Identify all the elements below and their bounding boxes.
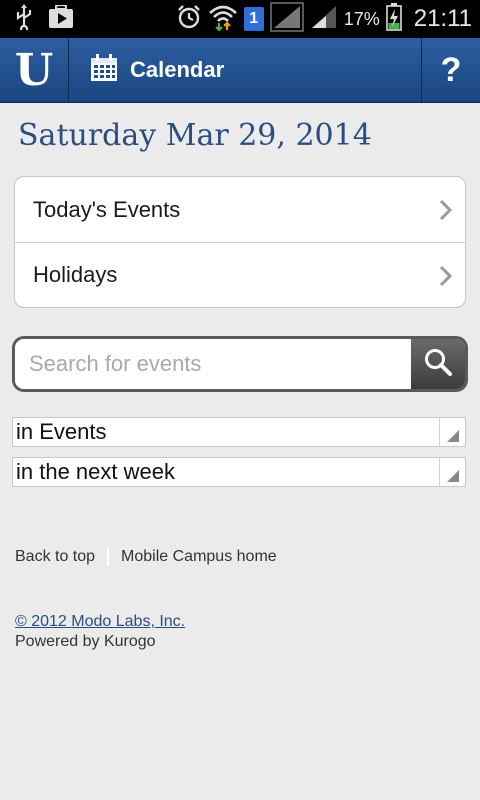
nav-title-group: Calendar bbox=[70, 38, 224, 102]
dropdown-arrow-icon bbox=[439, 458, 465, 486]
play-store-icon bbox=[48, 3, 74, 34]
search-bar bbox=[12, 336, 468, 392]
page-title: Calendar bbox=[130, 57, 225, 82]
battery-charging-icon bbox=[385, 2, 402, 36]
search-button[interactable] bbox=[411, 339, 465, 389]
footer-links: Back to top Mobile Campus home bbox=[15, 548, 277, 566]
dropdown-arrow-icon bbox=[439, 418, 465, 446]
list-item-todays-events[interactable]: Today's Events bbox=[15, 177, 465, 242]
app-navbar: U Calendar ? bbox=[0, 38, 480, 103]
search-input[interactable] bbox=[15, 339, 411, 389]
category-select[interactable]: in Events bbox=[12, 417, 466, 447]
back-to-top-link[interactable]: Back to top bbox=[15, 548, 95, 566]
status-right: 1 17% 21:11 bbox=[176, 1, 472, 37]
clock: 21:11 bbox=[413, 5, 472, 32]
range-select-value: in the next week bbox=[16, 459, 175, 484]
help-button[interactable]: ? bbox=[421, 38, 480, 102]
wifi-icon bbox=[208, 3, 238, 36]
footer-divider bbox=[107, 548, 110, 566]
search-icon bbox=[423, 347, 453, 382]
category-select-value: in Events bbox=[16, 419, 107, 444]
sim-icon: 1 bbox=[243, 7, 264, 31]
signal-strength-icon bbox=[310, 4, 338, 35]
status-left bbox=[14, 3, 74, 35]
list-item-label: Today's Events bbox=[33, 196, 181, 222]
mobile-campus-home-link[interactable]: Mobile Campus home bbox=[121, 548, 277, 566]
usb-icon bbox=[14, 3, 34, 35]
calendar-icon bbox=[90, 53, 118, 87]
app-logo-button[interactable]: U bbox=[0, 38, 69, 102]
calendar-list: Today's Events Holidays bbox=[14, 176, 466, 308]
copyright-link[interactable]: © 2012 Modo Labs, Inc. bbox=[15, 613, 185, 631]
range-select[interactable]: in the next week bbox=[12, 457, 466, 487]
chevron-right-icon bbox=[439, 265, 453, 293]
list-item-holidays[interactable]: Holidays bbox=[15, 242, 465, 307]
status-bar: 1 17% 21:11 bbox=[0, 0, 480, 38]
battery-percent: 17% bbox=[343, 8, 380, 29]
alarm-icon bbox=[176, 4, 202, 35]
powered-by-text: Powered by Kurogo bbox=[15, 633, 156, 650]
list-item-label: Holidays bbox=[33, 262, 118, 287]
chevron-right-icon bbox=[439, 199, 453, 227]
date-heading: Saturday Mar 29, 2014 bbox=[18, 118, 372, 153]
signal-icon bbox=[269, 1, 304, 37]
